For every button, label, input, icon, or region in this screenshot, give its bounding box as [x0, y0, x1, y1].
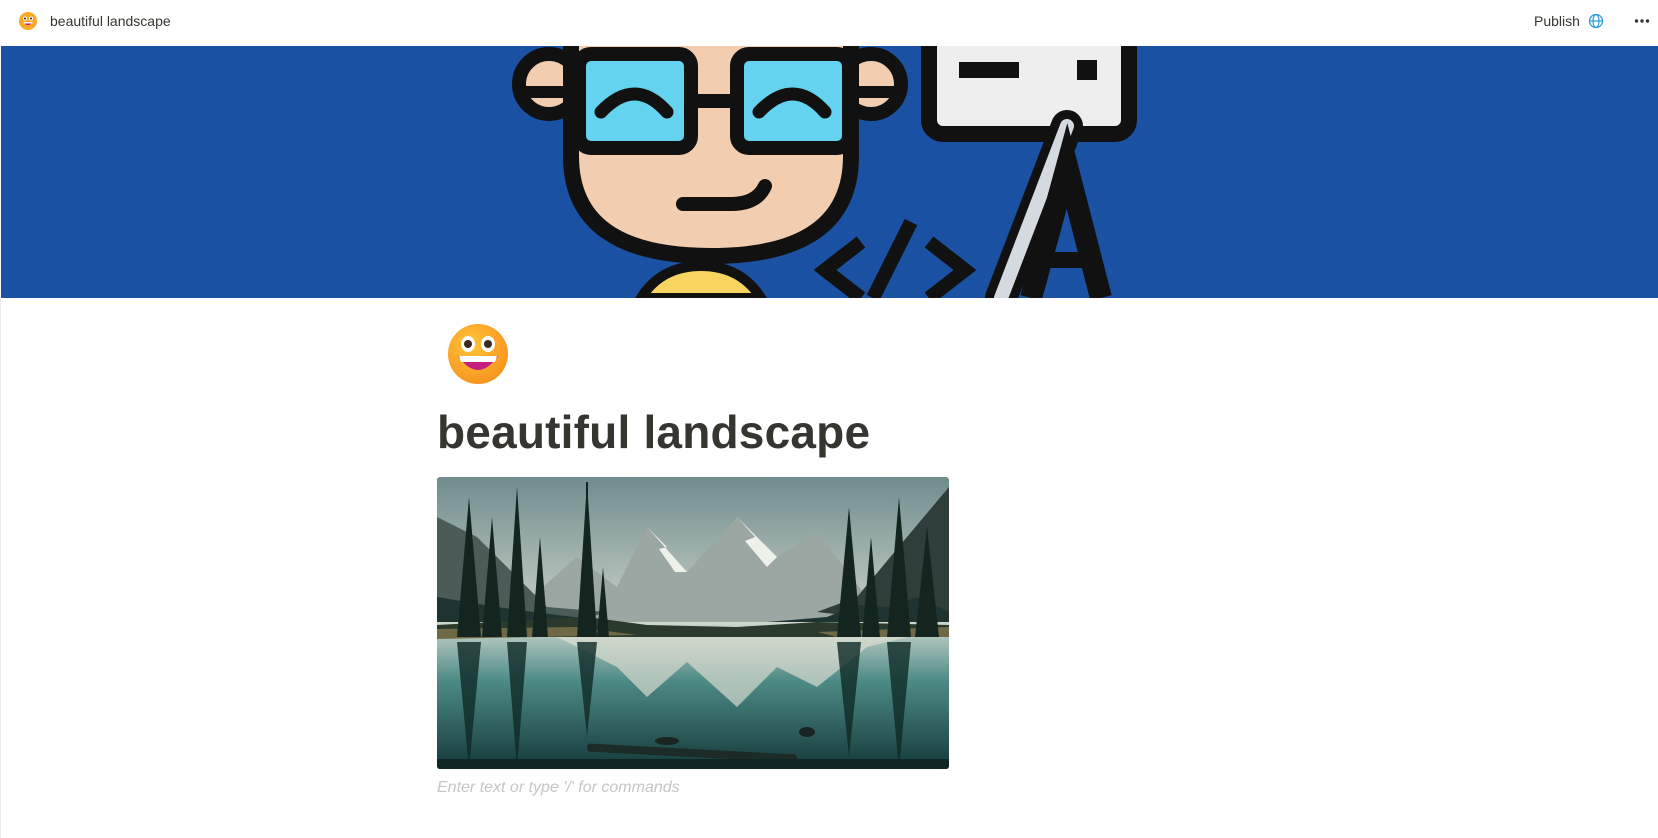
top-bar: beautiful landscape Publish — [0, 0, 1658, 45]
page-title[interactable]: beautiful landscape — [437, 404, 870, 460]
developer-avatar-cover — [1, 46, 1658, 298]
breadcrumb[interactable]: beautiful landscape — [14, 9, 175, 33]
image-block[interactable] — [437, 477, 949, 769]
page-icon[interactable] — [446, 322, 510, 386]
publish-button[interactable]: Publish — [1528, 9, 1610, 33]
cover-image[interactable] — [1, 46, 1658, 298]
breadcrumb-title: beautiful landscape — [50, 13, 171, 29]
grinning-face-icon — [448, 324, 508, 384]
mountain-lake-landscape — [437, 477, 949, 769]
publish-label: Publish — [1534, 13, 1580, 29]
more-options-button[interactable] — [1630, 8, 1654, 34]
text-block-placeholder[interactable]: Enter text or type '/' for commands — [437, 777, 949, 799]
page-left-border — [0, 298, 1, 838]
globe-icon — [1588, 13, 1604, 29]
ellipsis-icon — [1634, 19, 1650, 23]
grinning-face-icon — [19, 12, 37, 30]
